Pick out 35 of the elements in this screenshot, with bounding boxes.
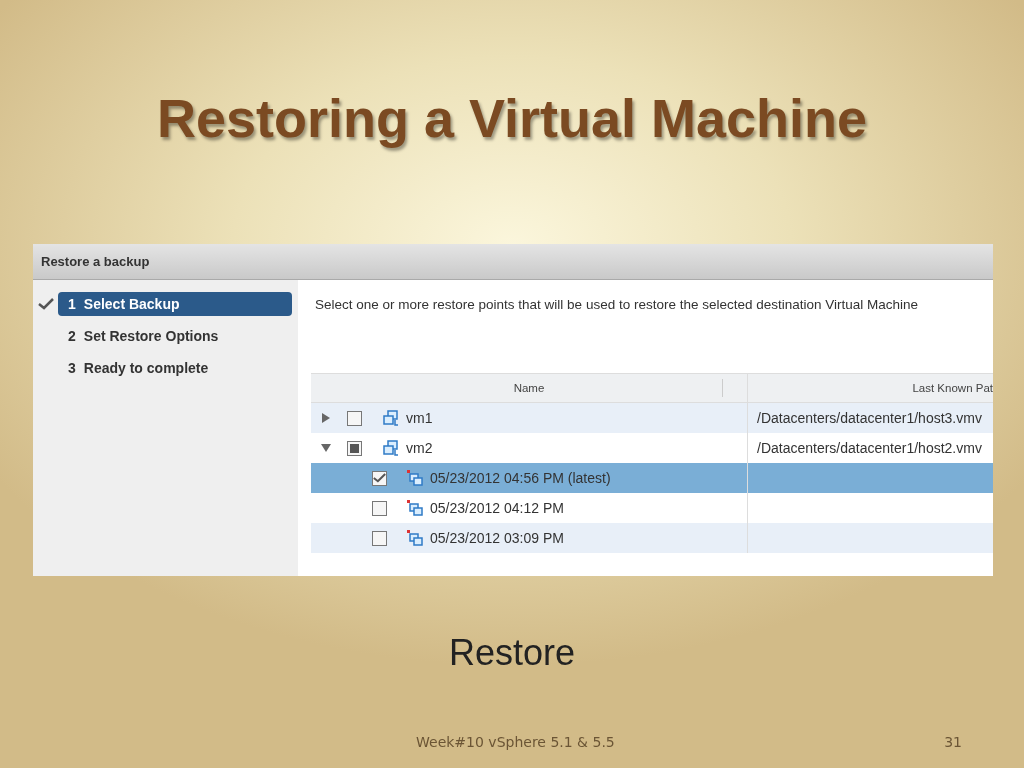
row-name: 05/23/2012 04:12 PM — [430, 500, 564, 516]
wizard-step[interactable]: 2 Set Restore Options — [58, 324, 292, 348]
tree-row[interactable]: 05/23/2012 04:56 PM (latest) — [311, 463, 747, 493]
restore-point-icon — [407, 529, 424, 547]
vm-icon — [382, 439, 400, 457]
tree-row[interactable]: 05/23/2012 03:09 PM — [311, 523, 747, 553]
expanded-arrow-icon[interactable] — [321, 443, 331, 453]
checkbox[interactable] — [347, 410, 362, 426]
row-name: 05/23/2012 04:56 PM (latest) — [430, 470, 611, 486]
column-header[interactable]: Last Known Pat — [747, 374, 993, 403]
slide-title: Restoring a Virtual Machine — [156, 87, 868, 150]
column-header[interactable]: Name — [311, 374, 747, 403]
checkbox[interactable] — [347, 440, 362, 456]
check-icon — [373, 472, 386, 484]
row-name: vm1 — [406, 410, 433, 426]
row-name: vm2 — [406, 440, 433, 456]
path-text: /Datacenters/datacenter1/host3.vmv — [757, 410, 982, 426]
wizard-step[interactable]: 1 Select Backup — [58, 292, 292, 316]
checkbox[interactable] — [372, 500, 387, 516]
checkbox[interactable] — [372, 470, 387, 486]
collapsed-arrow-icon[interactable] — [321, 413, 331, 423]
checkbox[interactable] — [372, 530, 387, 546]
slide-caption: Restore — [447, 632, 577, 674]
tree-row[interactable]: vm1 — [311, 403, 747, 433]
vm-icon — [382, 409, 400, 427]
footer-text: Week#10 vSphere 5.1 & 5.5 — [416, 734, 615, 750]
path-text: /Datacenters/datacenter1/host2.vmv — [757, 440, 982, 456]
check-icon — [38, 298, 54, 310]
dialog-title: Restore a backup — [41, 254, 150, 269]
restore-point-icon — [407, 469, 424, 487]
restore-point-icon — [407, 499, 424, 517]
wizard-step[interactable]: 3 Ready to complete — [58, 356, 292, 380]
page-number: 31 — [944, 734, 962, 750]
instruction-text: Select one or more restore points that will be used to restore the selected destination Virtual Machine — [314, 297, 920, 314]
row-name: 05/23/2012 03:09 PM — [430, 530, 564, 546]
